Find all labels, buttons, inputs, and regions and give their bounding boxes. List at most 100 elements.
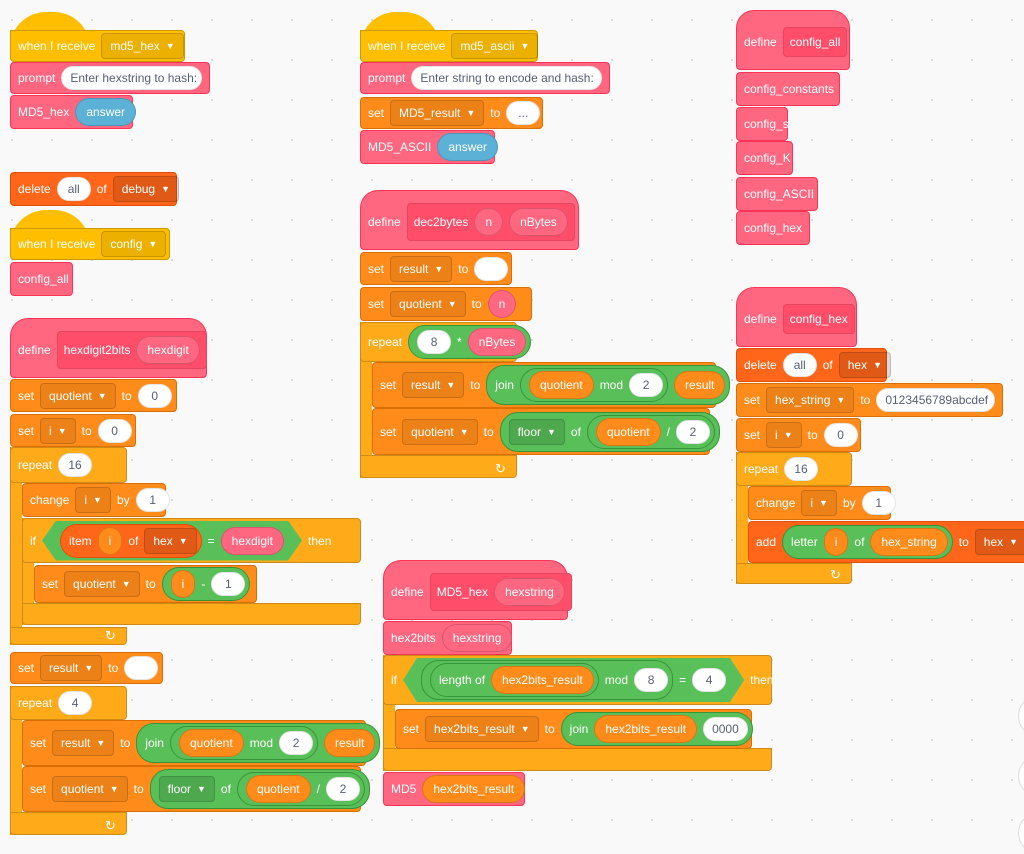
block-control[interactable]: repeat 16 <box>10 447 127 483</box>
text-input[interactable]: 16 <box>58 453 93 477</box>
reporter-hexstring[interactable]: hexstring <box>494 578 565 606</box>
reporter-block[interactable]: item i of hex ▼ <box>60 524 202 558</box>
reporter-i[interactable]: i <box>98 527 123 555</box>
custom-block-prototype[interactable]: config_all <box>782 27 848 57</box>
text-input[interactable]: 0000 <box>703 717 748 741</box>
dropdown-quotient[interactable]: quotient ▼ <box>64 571 140 597</box>
define-myblocks[interactable]: define hexdigit2bits hexdigit <box>10 318 207 378</box>
custom-block-prototype[interactable]: config_hex <box>782 304 855 334</box>
text-input[interactable]: 0 <box>137 383 172 408</box>
block-variables[interactable]: set result ▼ to <box>360 252 512 285</box>
zoom-reset-button[interactable] <box>1018 812 1024 854</box>
reporter-block[interactable]: length of hex2bits_result mod 8 <box>421 660 673 700</box>
dropdown-hex2bits_result[interactable]: hex2bits_result ▼ <box>425 716 539 742</box>
block-variables[interactable]: set i ▼ to 0 <box>736 418 861 452</box>
reporter-hex2bits_result[interactable]: hex2bits_result <box>422 775 526 803</box>
dropdown-result[interactable]: result ▼ <box>402 372 465 398</box>
text-input[interactable]: 2 <box>325 777 360 801</box>
dropdown-i[interactable]: i ▼ <box>766 422 802 448</box>
dropdown-hex[interactable]: hex ▼ <box>974 529 1024 555</box>
text-input[interactable]: all <box>56 177 91 201</box>
block-variables[interactable]: set result ▼ to <box>10 652 163 684</box>
reporter-answer[interactable]: answer <box>437 133 499 161</box>
reporter-block[interactable]: 8 * nBytes <box>408 325 532 359</box>
reporter-hexdigit[interactable]: hexdigit <box>221 527 284 555</box>
reporter-block[interactable]: quotient / 2 <box>586 414 715 449</box>
block-variables[interactable]: set hex_string ▼ to 0123456789abcdef <box>736 383 1003 417</box>
text-input[interactable]: 1 <box>211 572 246 596</box>
block-myblocks[interactable]: MD5_hex answer <box>10 95 137 129</box>
block-control[interactable]: if length of hex2bits_result mod 8 = 4 then <box>383 655 773 705</box>
text-input[interactable]: 1 <box>861 491 896 515</box>
text-input[interactable]: all <box>782 353 817 377</box>
dropdown-i[interactable]: i ▼ <box>40 417 76 444</box>
reporter-hex2bits_result[interactable]: hex2bits_result <box>594 715 698 743</box>
define-myblocks[interactable]: define dec2bytes n nBytes <box>360 190 579 250</box>
dropdown-config[interactable]: config ▼ <box>101 231 167 257</box>
define-myblocks[interactable]: define MD5_hex hexstring <box>383 560 572 620</box>
dropdown-i[interactable]: i ▼ <box>75 487 111 513</box>
reporter-hex2bits_result[interactable]: hex2bits_result <box>491 666 594 694</box>
define-myblocks[interactable]: define config_all <box>736 10 850 70</box>
dropdown-hex[interactable]: hex ▼ <box>838 352 891 378</box>
reporter-n[interactable]: n <box>474 208 504 236</box>
reporter-hexstring[interactable]: hexstring <box>441 624 513 652</box>
reporter-nBytes[interactable]: nBytes <box>509 208 568 236</box>
reporter-i[interactable]: i <box>823 528 849 556</box>
block-myblocks[interactable]: MD5_ASCII answer <box>360 130 499 164</box>
text-input[interactable]: 2 <box>629 373 664 397</box>
custom-block-prototype[interactable]: MD5_hex hexstring <box>429 573 572 611</box>
block-variables[interactable]: set hex2bits_result ▼ to join hex2bits_result… <box>395 709 753 749</box>
text-input[interactable]: 16 <box>784 457 819 481</box>
reporter-hex_string[interactable]: hex_string <box>870 528 948 556</box>
dropdown-result[interactable]: result ▼ <box>390 255 453 282</box>
dropdown-i[interactable]: i ▼ <box>801 490 837 516</box>
hat-events[interactable]: when I receive md5_ascii ▼ <box>360 30 539 62</box>
reporter-block[interactable]: join quotient mod 2 result <box>486 365 731 405</box>
text-input[interactable]: 2 <box>279 731 314 755</box>
dropdown-md5_hex[interactable]: md5_hex ▼ <box>101 33 184 59</box>
reporter-block[interactable]: floor ▼ of quotient / 2 <box>149 769 370 809</box>
dropdown-result[interactable]: result ▼ <box>52 730 115 756</box>
text-input[interactable]: 8 <box>634 668 668 692</box>
reporter-block[interactable]: quotient / 2 <box>236 772 365 806</box>
boolean-block[interactable]: length of hex2bits_result mod 8 = 4 <box>403 658 744 702</box>
text-input[interactable]: 2 <box>675 419 710 444</box>
block-variables[interactable]: set quotient ▼ to n <box>360 287 532 321</box>
reporter-block[interactable]: join quotient mod 2 result <box>136 723 381 763</box>
block-variables[interactable]: change i ▼ by 1 <box>22 483 170 517</box>
block-myblocks[interactable]: prompt Enter string to encode and hash: <box>360 62 610 94</box>
reporter-quotient[interactable]: quotient <box>528 371 594 399</box>
reporter-nBytes[interactable]: nBytes <box>467 328 527 356</box>
text-input[interactable]: 8 <box>417 330 452 354</box>
block-variables[interactable]: set result ▼ to join quotient mod 2 result <box>372 362 731 408</box>
block-myblocks[interactable]: config_all <box>10 262 73 296</box>
text-input[interactable]: 0 <box>823 423 858 447</box>
reporter-i[interactable]: i <box>170 570 196 598</box>
reporter-block[interactable]: join hex2bits_result 0000 <box>560 712 753 746</box>
block-variables[interactable]: set result ▼ to join quotient mod 2 result <box>22 720 381 766</box>
boolean-block[interactable]: item i of hex ▼ = hexdigit <box>42 521 302 561</box>
block-myblocks[interactable]: config_hex <box>736 211 810 245</box>
block-variables[interactable]: set quotient ▼ to i -1 <box>34 565 257 603</box>
reporter-block[interactable]: length of hex2bits_result <box>430 663 599 697</box>
hat-events[interactable]: when I receive md5_hex ▼ <box>10 30 185 62</box>
block-control[interactable]: repeat 4 <box>10 686 127 720</box>
block-variables[interactable]: set quotient ▼ to floor ▼ of quotient / 2 <box>22 766 370 812</box>
block-variables[interactable]: set i ▼ to 0 <box>10 414 136 447</box>
dropdown-hex_string[interactable]: hex_string ▼ <box>766 387 855 413</box>
text-input[interactable]: 0 <box>97 418 132 443</box>
reporter-block[interactable]: floor ▼ of quotient / 2 <box>499 411 720 452</box>
reporter-block[interactable]: i-1 <box>161 567 251 601</box>
reporter-quotient[interactable]: quotient <box>178 729 244 757</box>
reporter-n[interactable]: n <box>487 290 517 318</box>
block-myblocks[interactable]: config_constants <box>736 72 840 106</box>
text-input[interactable]: ... <box>506 101 541 125</box>
reporter-block[interactable]: quotient mod 2 <box>169 726 319 760</box>
text-input[interactable]: Enter string to encode and hash: <box>411 66 602 90</box>
reporter-answer[interactable]: answer <box>75 98 137 126</box>
dropdown-debug[interactable]: debug ▼ <box>112 176 180 202</box>
dropdown-quotient[interactable]: quotient ▼ <box>402 418 478 445</box>
block-variables[interactable]: set quotient ▼ to 0 <box>10 379 177 412</box>
reporter-quotient[interactable]: quotient <box>595 417 661 446</box>
